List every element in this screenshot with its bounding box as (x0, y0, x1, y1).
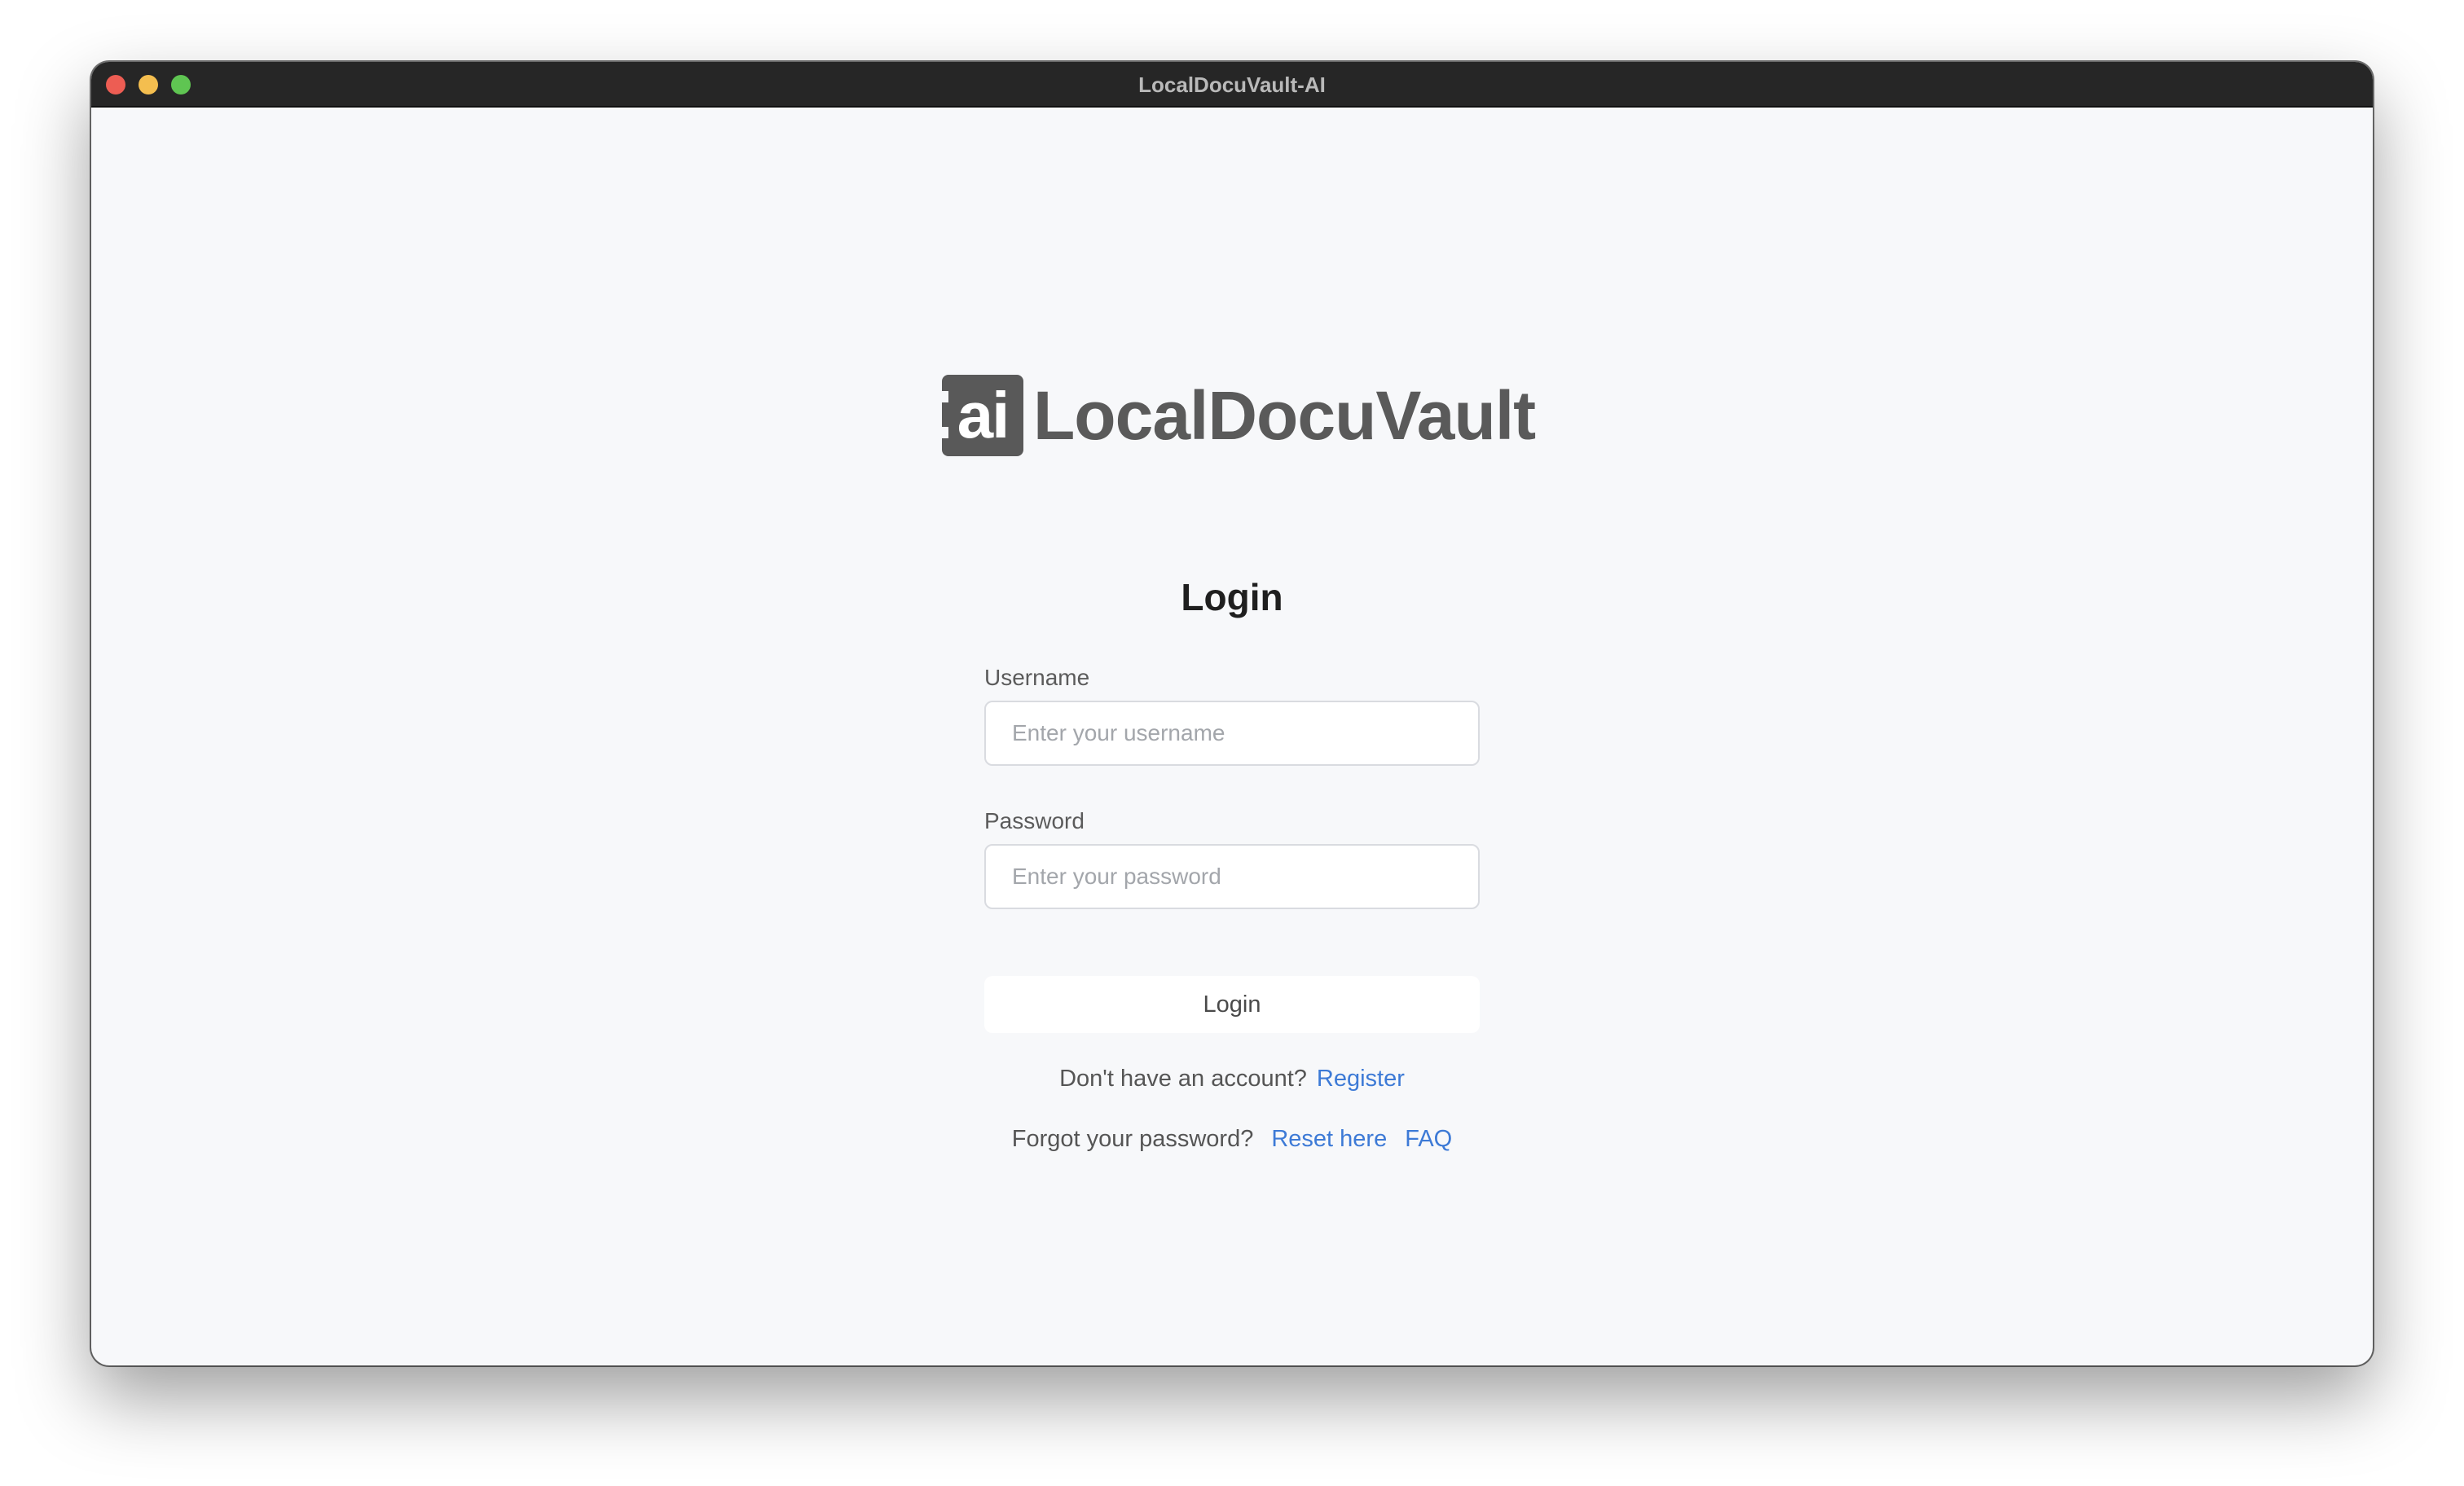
app-window: LocalDocuVault-AI ai LocalDocuVault Logi… (91, 62, 2373, 1365)
logo-text: LocalDocuVault (1033, 376, 1536, 454)
logo-mark-text: ai (957, 379, 1010, 451)
register-prompt: Don't have an account? (1059, 1066, 1307, 1092)
forgot-row: Forgot your password? Reset here FAQ (984, 1123, 1480, 1155)
login-page: ai LocalDocuVault Login Username Passwor… (91, 108, 2373, 1365)
forgot-prompt: Forgot your password? (1011, 1126, 1254, 1152)
password-input[interactable] (984, 844, 1480, 909)
faq-link[interactable]: FAQ (1405, 1126, 1452, 1152)
title-bar[interactable]: LocalDocuVault-AI (91, 62, 2373, 108)
username-input[interactable] (984, 701, 1480, 766)
logo-ai-icon: ai (942, 375, 1023, 456)
register-link[interactable]: Register (1317, 1066, 1405, 1092)
login-button[interactable]: Login (984, 976, 1480, 1033)
register-row: Don't have an account? Register (984, 1062, 1480, 1095)
reset-password-link[interactable]: Reset here (1271, 1126, 1387, 1152)
page-title: Login (1181, 576, 1283, 618)
login-form: Login Username Password Login Don't have… (984, 572, 1480, 1155)
app-logo: ai LocalDocuVault (942, 373, 1536, 458)
username-label: Username (984, 665, 1090, 690)
window-title: LocalDocuVault-AI (1138, 73, 1326, 97)
password-label: Password (984, 808, 1085, 833)
